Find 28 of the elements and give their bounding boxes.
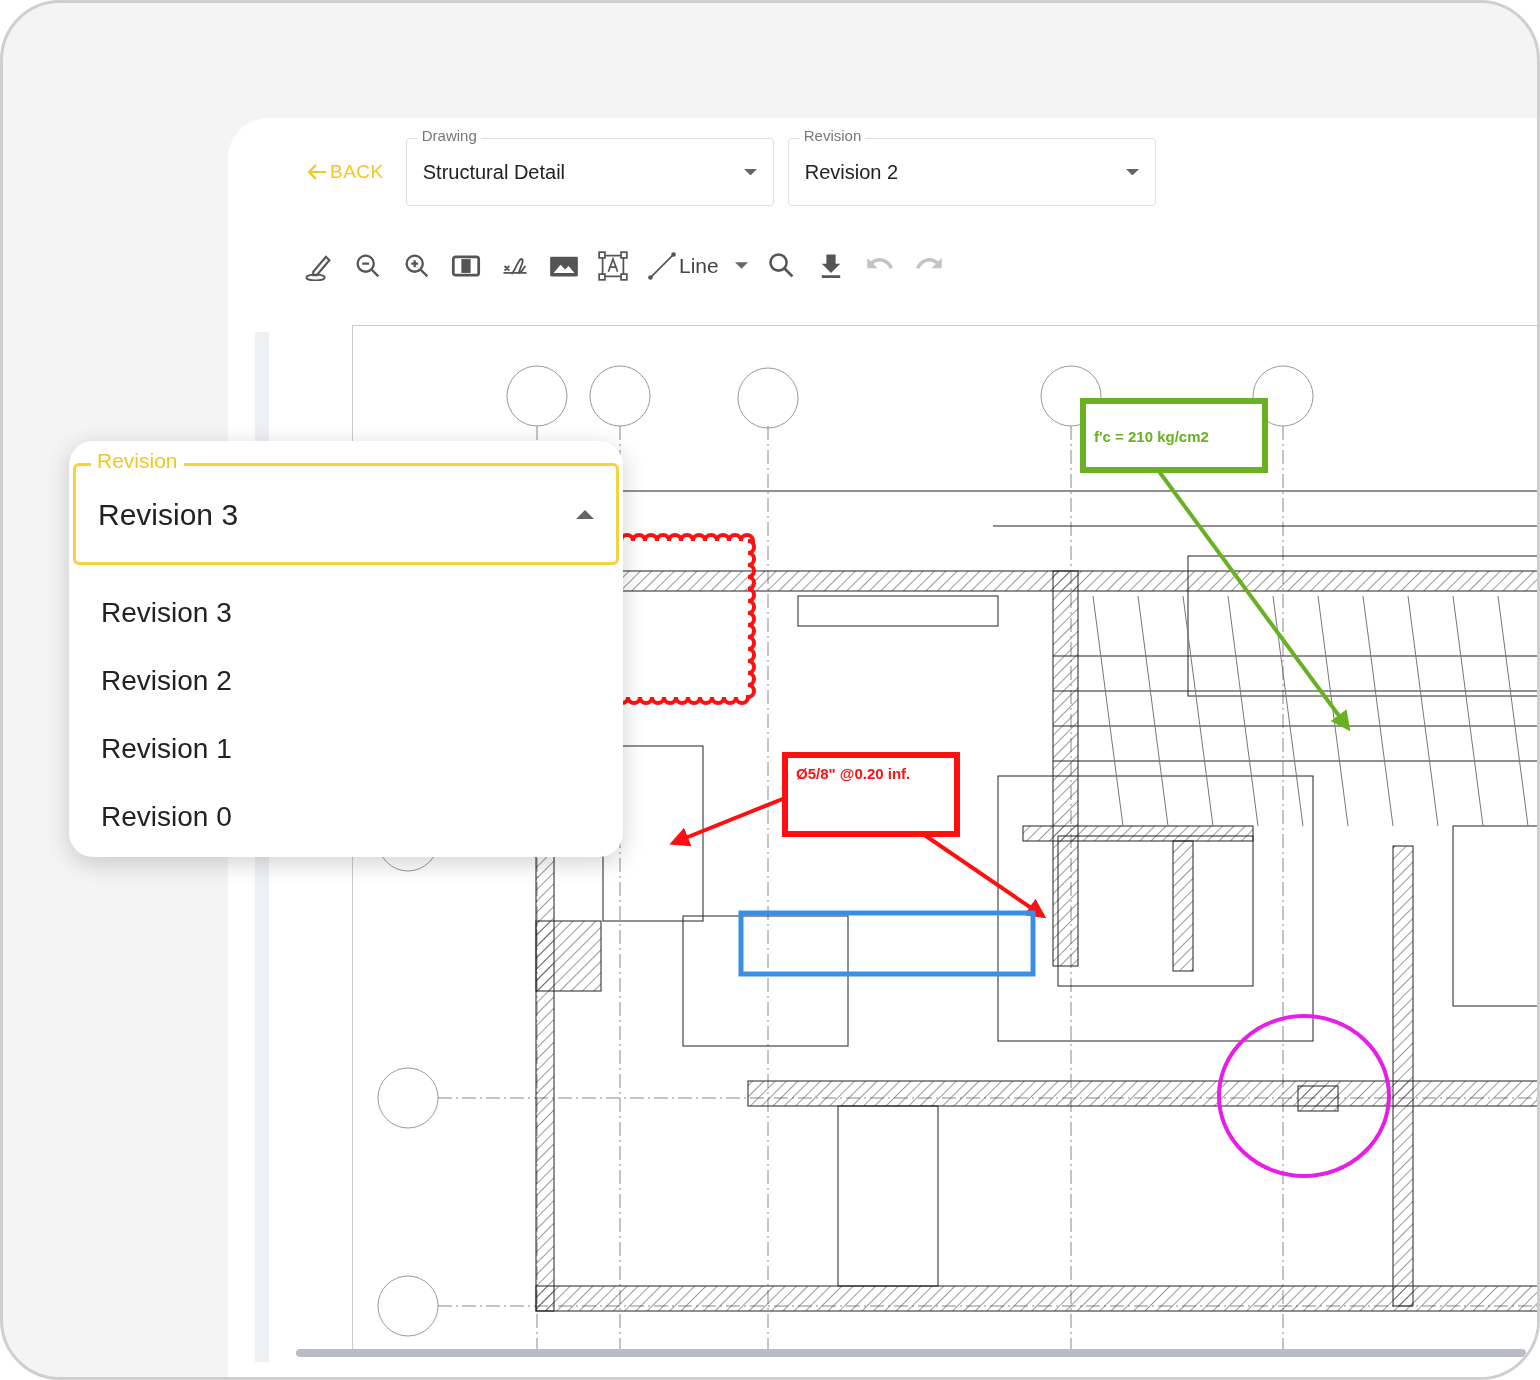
circle-markup[interactable] — [1217, 1013, 1391, 1178]
grid-bubble — [377, 1067, 439, 1128]
caret-icon — [576, 509, 594, 519]
select-value: Structural Detail — [422, 160, 566, 185]
markup-text: Ø5/8" @0.20 inf. — [796, 764, 911, 782]
select-label: Drawing — [417, 127, 481, 145]
caret-icon — [734, 262, 748, 270]
dropdown-option[interactable]: Revision 3 — [73, 579, 619, 647]
markup-text: f'c = 210 kg/cm2 — [1094, 427, 1209, 445]
select-value: Revision 2 — [804, 160, 899, 185]
callout-markup[interactable] — [1080, 397, 1351, 731]
grid-bubble — [737, 367, 799, 428]
select-value: Revision 3 — [98, 496, 239, 533]
grid-bubble — [589, 365, 651, 426]
callout-markup[interactable] — [669, 751, 1047, 918]
caret-icon — [743, 168, 757, 176]
line-icon — [647, 250, 677, 281]
arrow-left-icon — [306, 163, 328, 181]
horizontal-scrollbar[interactable] — [296, 1349, 1526, 1357]
caret-icon — [1125, 168, 1139, 176]
rectangle-markup[interactable] — [738, 910, 1036, 976]
line-tool-dropdown[interactable]: Line — [647, 250, 748, 282]
dropdown-option[interactable]: Revision 0 — [73, 783, 619, 851]
dropdown-option[interactable]: Revision 2 — [73, 647, 619, 715]
grid-bubble — [377, 1275, 439, 1336]
dropdown-option[interactable]: Revision 1 — [73, 715, 619, 783]
text-box-icon[interactable] — [598, 250, 628, 281]
grid-bubble — [506, 365, 568, 426]
